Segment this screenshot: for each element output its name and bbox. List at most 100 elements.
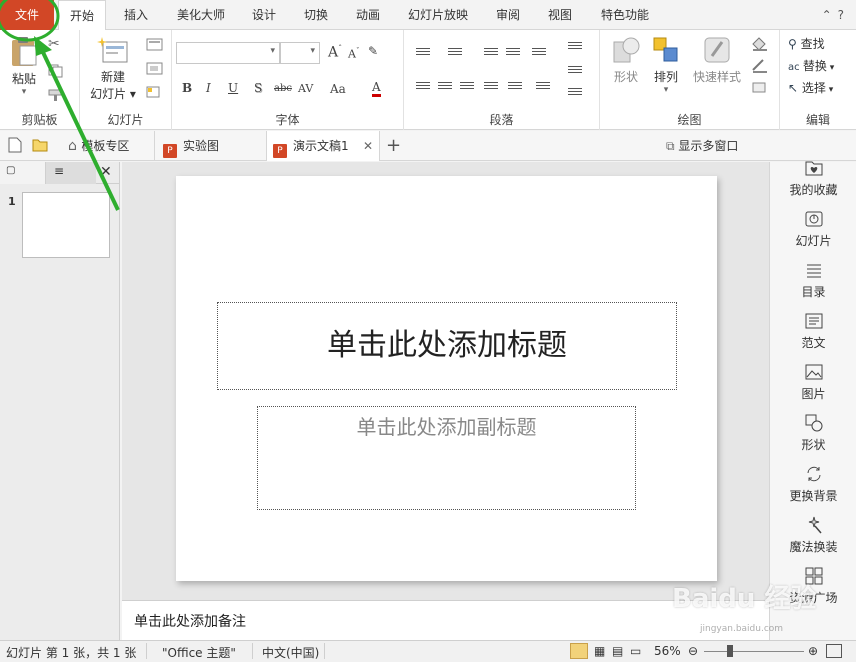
zoom-slider-track[interactable] xyxy=(704,651,804,652)
multi-window-button[interactable]: ⧉ 显示多窗口 xyxy=(666,131,738,161)
sidebar-item-samples[interactable]: 范文 xyxy=(770,311,856,351)
tab-home[interactable]: 开始 xyxy=(58,0,106,31)
title-placeholder[interactable]: 单击此处添加标题 xyxy=(217,302,677,390)
window-controls[interactable]: ⌃? xyxy=(822,8,850,22)
new-doc-icon[interactable] xyxy=(8,131,22,161)
numbering-icon[interactable] xyxy=(448,48,462,60)
new-slide-button[interactable]: 新建 幻灯片 ▾ xyxy=(84,36,142,102)
shapes-button[interactable]: 形状 xyxy=(608,34,644,85)
reset-slide-icon[interactable] xyxy=(146,62,164,79)
align-left-icon[interactable] xyxy=(416,82,430,94)
underline-button[interactable]: U xyxy=(228,81,238,95)
tab-slideshow[interactable]: 幻灯片放映 xyxy=(396,0,480,30)
zoom-slider-handle[interactable] xyxy=(727,645,733,657)
italic-button[interactable]: I xyxy=(206,81,211,95)
fit-to-window-icon[interactable] xyxy=(826,644,842,658)
text-direction-icon[interactable] xyxy=(568,42,582,54)
file-tab[interactable]: 文件 xyxy=(0,0,54,30)
slide-thumbnail-1[interactable] xyxy=(22,192,110,258)
doc-tab-experiment[interactable]: P 实验图 xyxy=(154,131,266,161)
theme-status[interactable]: "Office 主题" xyxy=(162,644,236,661)
tab-insert[interactable]: 插入 xyxy=(112,0,160,30)
new-tab-icon[interactable]: + xyxy=(386,131,401,161)
list-icon xyxy=(806,264,821,278)
open-folder-icon[interactable] xyxy=(32,131,48,161)
select-button[interactable]: ↖ 选择 ▾ xyxy=(788,79,833,96)
align-text-icon[interactable] xyxy=(568,66,582,78)
sidebar-item-toc[interactable]: 目录 xyxy=(770,260,856,300)
font-color-button[interactable]: A xyxy=(372,80,381,97)
slideshow-view-icon[interactable]: ▭ xyxy=(630,644,641,658)
slide[interactable]: 单击此处添加标题 单击此处添加副标题 xyxy=(176,176,717,581)
change-case-button[interactable]: Aa xyxy=(330,82,346,96)
line-spacing-icon[interactable] xyxy=(532,48,546,60)
increase-indent-icon[interactable] xyxy=(506,48,520,60)
template-zone-tab[interactable]: ⌂ 模板专区 xyxy=(68,131,129,161)
shape-outline-icon[interactable] xyxy=(750,58,774,77)
align-right-icon[interactable] xyxy=(460,82,474,94)
tab-outline[interactable]: ≡ xyxy=(46,162,96,184)
sidebar-item-shapes[interactable]: 形状 xyxy=(770,413,856,453)
font-size-combo[interactable] xyxy=(280,42,320,64)
sidebar-item-background[interactable]: 更换背景 xyxy=(770,464,856,504)
tab-design[interactable]: 设计 xyxy=(242,0,286,30)
sidebar-item-favorites[interactable]: 我的收藏 xyxy=(770,158,856,198)
language-status[interactable]: 中文(中国) xyxy=(262,644,319,661)
sidebar-item-magic[interactable]: 魔法换装 xyxy=(770,515,856,555)
justify-icon[interactable] xyxy=(484,82,498,94)
tab-transitions[interactable]: 切换 xyxy=(292,0,340,30)
columns-icon[interactable] xyxy=(536,82,550,94)
tab-special-features[interactable]: 特色功能 xyxy=(590,0,660,30)
paste-button[interactable]: 粘贴 ▾ xyxy=(6,36,42,97)
zoom-level[interactable]: 56% xyxy=(654,644,681,658)
align-center-icon[interactable] xyxy=(438,82,452,94)
slide-canvas: 单击此处添加标题 单击此处添加副标题 xyxy=(122,162,769,600)
sidebar-item-pictures[interactable]: 图片 xyxy=(770,362,856,402)
copy-icon[interactable] xyxy=(48,64,64,81)
close-panel-icon[interactable]: ✕ xyxy=(100,164,112,180)
help-icon[interactable]: ? xyxy=(838,8,850,22)
section-icon[interactable] xyxy=(146,86,168,103)
find-button[interactable]: ⚲ 查找 xyxy=(788,35,825,52)
zoom-in-icon[interactable]: ⊕ xyxy=(808,644,818,658)
quick-styles-button[interactable]: 快速样式 xyxy=(688,34,746,85)
font-group-label: 字体 xyxy=(275,113,300,127)
strikethrough-button[interactable]: abc xyxy=(274,83,292,94)
shadow-button[interactable]: S xyxy=(254,81,262,95)
normal-view-icon[interactable] xyxy=(570,643,588,659)
shape-effects-icon[interactable] xyxy=(750,80,774,99)
decrease-indent-icon[interactable] xyxy=(484,48,498,60)
char-spacing-button[interactable]: AV xyxy=(298,82,313,95)
replace-button[interactable]: ac 替换 ▾ xyxy=(788,57,834,74)
bold-button[interactable]: B xyxy=(182,81,192,95)
bullets-icon[interactable] xyxy=(416,48,430,60)
font-group: Aˆ Aˇ ✎ B I U S abc AV Aa A 字体 xyxy=(172,30,404,130)
slide-sorter-icon[interactable]: ▦ xyxy=(594,644,605,658)
arrange-button[interactable]: 排列 ▾ xyxy=(648,34,684,95)
close-tab-icon[interactable]: ✕ xyxy=(363,131,373,161)
format-painter-icon[interactable] xyxy=(48,88,64,105)
tab-slides[interactable]: ▢ xyxy=(0,162,46,184)
sidebar-label-favorites: 我的收藏 xyxy=(789,183,838,197)
smartart-icon[interactable] xyxy=(568,88,582,100)
tab-animations[interactable]: 动画 xyxy=(346,0,390,30)
font-name-combo[interactable] xyxy=(176,42,280,64)
tab-review[interactable]: 审阅 xyxy=(486,0,530,30)
collapse-ribbon-icon[interactable]: ⌃ xyxy=(822,8,838,22)
shrink-font-icon[interactable]: Aˇ xyxy=(348,47,359,61)
tab-view[interactable]: 视图 xyxy=(536,0,584,30)
shape-fill-icon[interactable] xyxy=(750,36,774,55)
tab-beautify-master[interactable]: 美化大师 xyxy=(166,0,236,30)
status-divider xyxy=(146,643,147,659)
subtitle-placeholder[interactable]: 单击此处添加副标题 xyxy=(257,406,636,510)
distributed-icon[interactable] xyxy=(508,82,522,94)
zoom-out-icon[interactable]: ⊖ xyxy=(688,644,698,658)
clear-format-icon[interactable]: ✎ xyxy=(368,44,378,58)
cut-icon[interactable]: ✂ xyxy=(48,36,60,52)
doc-tab-presentation1[interactable]: P 演示文稿1 ✕ xyxy=(266,131,380,161)
sidebar-item-slides[interactable]: 幻灯片 xyxy=(770,209,856,249)
grow-font-icon[interactable]: Aˆ xyxy=(328,44,342,61)
reading-view-icon[interactable]: ▤ xyxy=(612,644,623,658)
layout-icon[interactable] xyxy=(146,38,164,55)
drawing-group-label: 绘图 xyxy=(677,113,702,127)
